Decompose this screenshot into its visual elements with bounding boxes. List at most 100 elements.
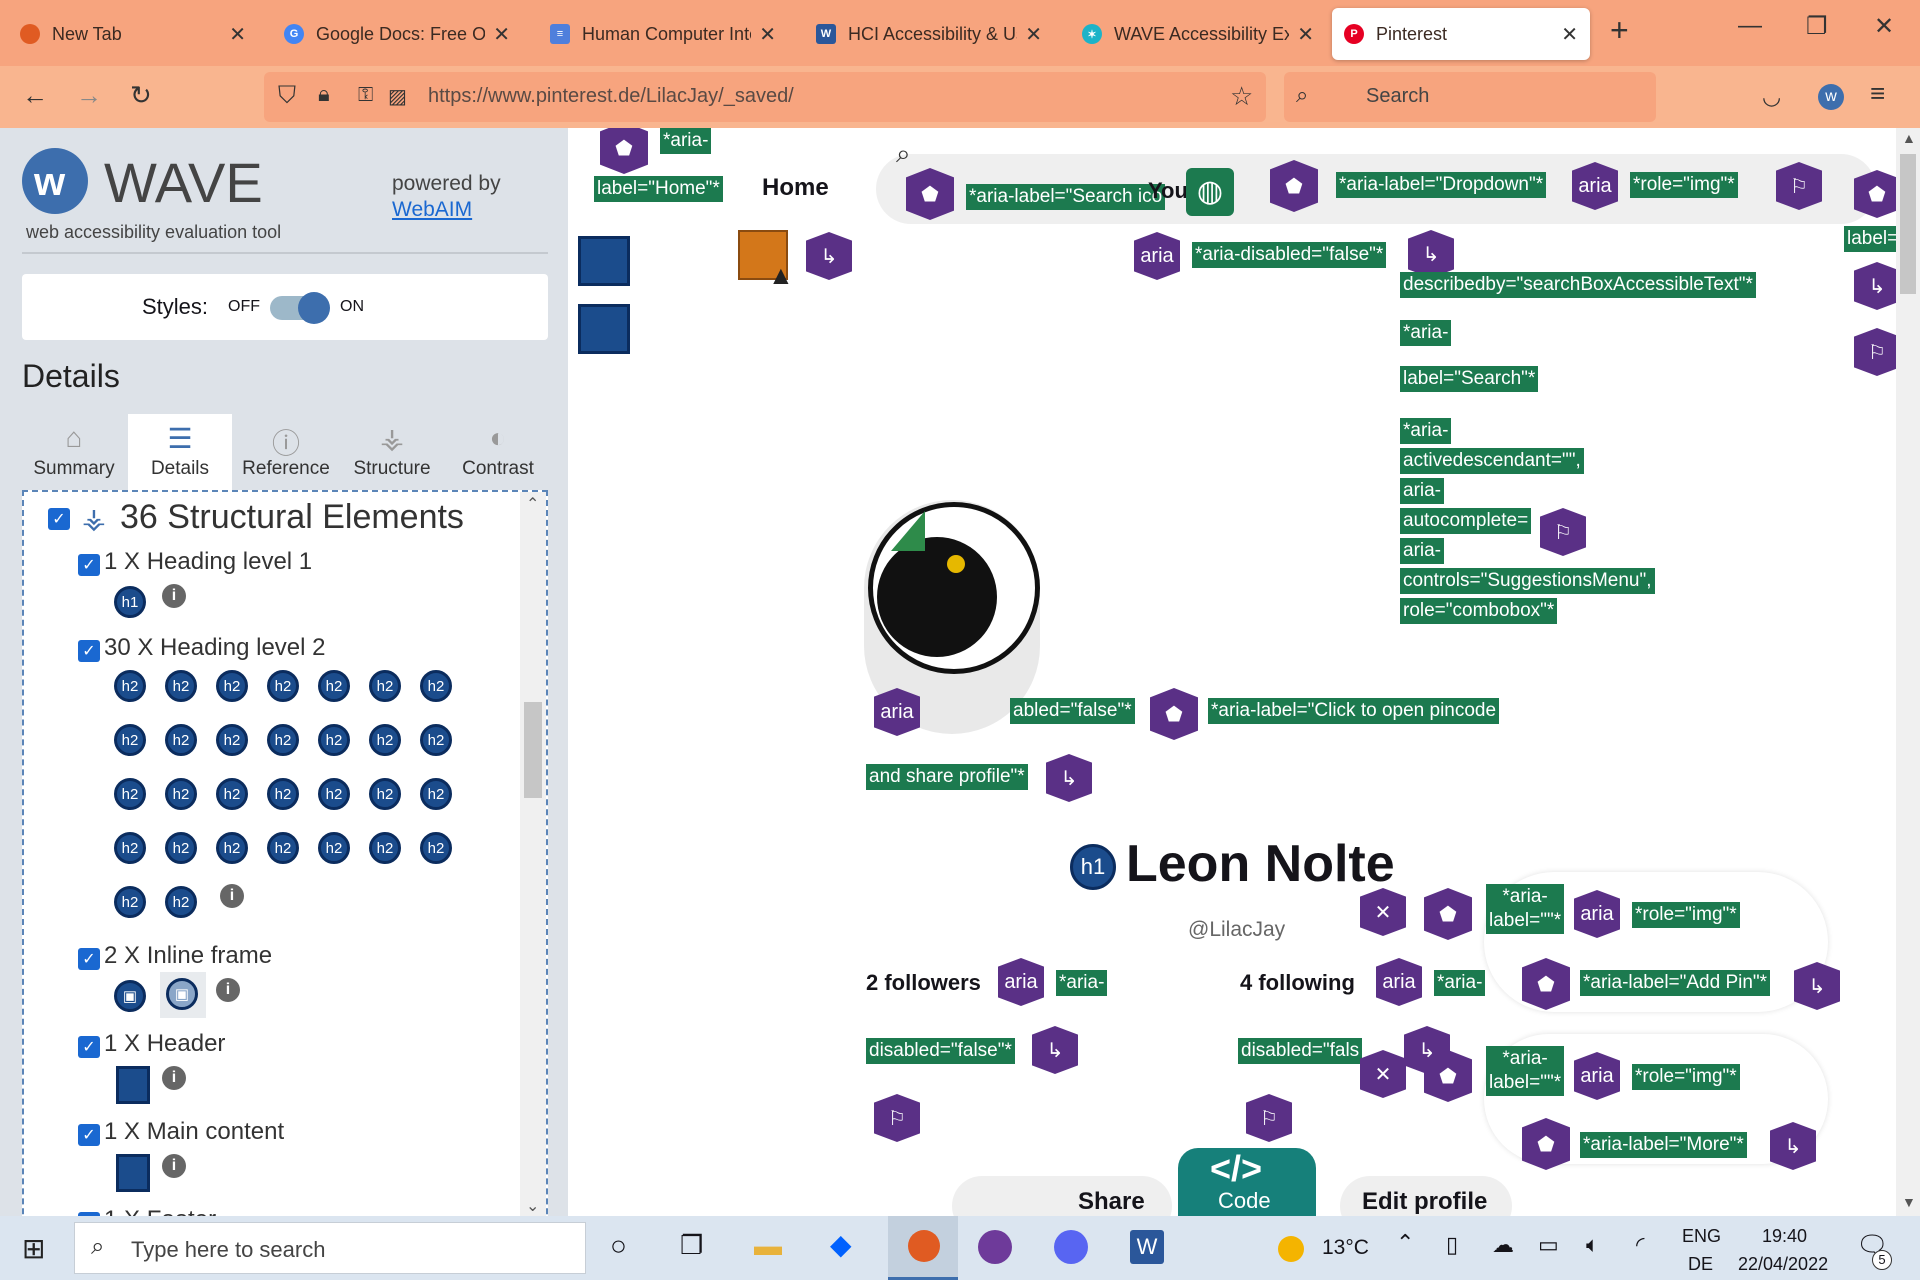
- h2-badge-icon[interactable]: h2: [114, 670, 146, 702]
- role-icon[interactable]: ⚐: [1540, 508, 1586, 556]
- browser-search-box[interactable]: ⌕ Search: [1284, 72, 1656, 122]
- permissions-icon[interactable]: ⚿: [358, 84, 373, 107]
- h2-badge-icon[interactable]: h2: [114, 886, 146, 918]
- aria-label-icon[interactable]: ⬟: [1424, 888, 1472, 940]
- firefox-taskbar-button[interactable]: [888, 1216, 958, 1280]
- header-region-icon[interactable]: [578, 236, 630, 286]
- pocket-icon[interactable]: ◡: [1762, 84, 1781, 110]
- tab-details[interactable]: ☰ Details: [128, 414, 232, 490]
- aria-icon[interactable]: aria: [1134, 232, 1180, 280]
- h2-badge-icon[interactable]: h2: [114, 724, 146, 756]
- h2-badge-icon[interactable]: h2: [165, 778, 197, 810]
- info-icon[interactable]: i: [220, 884, 244, 908]
- h2-badge-icon[interactable]: h2: [267, 670, 299, 702]
- h2-badge-icon[interactable]: h2: [267, 778, 299, 810]
- aria-icon[interactable]: aria: [874, 688, 920, 736]
- tracking-icon[interactable]: ▨: [388, 84, 407, 109]
- tab-google-docs[interactable]: G Google Docs: Free Onl ✕: [272, 8, 522, 60]
- aria-label-icon[interactable]: ⬟: [1854, 170, 1900, 218]
- h2-badge-icon[interactable]: h2: [318, 724, 350, 756]
- info-icon[interactable]: i: [162, 1066, 186, 1090]
- close-icon[interactable]: ✕: [493, 22, 510, 47]
- scrollbar-thumb[interactable]: [1900, 154, 1916, 294]
- wave-toolbar-icon[interactable]: w: [1818, 84, 1844, 110]
- item-header[interactable]: 1 X Header: [104, 1030, 225, 1058]
- checkbox-h2[interactable]: ✓: [78, 640, 100, 662]
- h2-badge-icon[interactable]: h2: [267, 724, 299, 756]
- details-panel[interactable]: ✓ ⚶ 36 Structural Elements ✓ 1 X Heading…: [22, 490, 548, 1280]
- tabindex-arrow-icon[interactable]: ↳: [806, 232, 852, 280]
- role-icon[interactable]: ⚐: [1776, 162, 1822, 210]
- h2-badge-icon[interactable]: h2: [420, 778, 452, 810]
- h2-badge-icon[interactable]: h2: [165, 670, 197, 702]
- h2-badge-icon[interactable]: h2: [165, 832, 197, 864]
- page-scrollbar[interactable]: ▲ ▼: [1896, 128, 1920, 1216]
- close-icon[interactable]: ✕: [1025, 22, 1042, 47]
- h2-badge-icon[interactable]: h2: [216, 670, 248, 702]
- scroll-down-icon[interactable]: ⌄: [526, 1196, 539, 1216]
- taskbar-search-box[interactable]: ⌕ Type here to search: [74, 1222, 586, 1274]
- restore-icon[interactable]: ❐: [1806, 12, 1828, 41]
- item-main-content[interactable]: 1 X Main content: [104, 1118, 284, 1146]
- aria-icon[interactable]: aria: [1574, 890, 1620, 938]
- url-bar[interactable]: ⛉ 🔒︎ ⚿ ▨ https://www.pinterest.de/LilacJ…: [264, 72, 1266, 122]
- error-x-icon[interactable]: ✕: [1360, 888, 1406, 936]
- h2-badge-icon[interactable]: h2: [114, 832, 146, 864]
- role-icon[interactable]: ⚐: [1246, 1094, 1292, 1142]
- minimize-icon[interactable]: —: [1738, 12, 1762, 40]
- github-icon[interactable]: [978, 1230, 1012, 1264]
- tab-contrast[interactable]: ◐ Contrast: [446, 414, 550, 490]
- item-heading-level-1[interactable]: 1 X Heading level 1: [104, 548, 312, 576]
- aria-label-icon[interactable]: ⬟: [600, 128, 648, 174]
- tab-structure[interactable]: ⚶ Structure: [340, 414, 444, 490]
- info-icon[interactable]: i: [162, 584, 186, 608]
- cortana-icon[interactable]: ○: [610, 1230, 627, 1262]
- checkbox-structural[interactable]: ✓: [48, 508, 70, 530]
- h2-badge-icon[interactable]: h2: [216, 832, 248, 864]
- tabindex-arrow-icon[interactable]: ↳: [1032, 1026, 1078, 1074]
- checkbox-header[interactable]: ✓: [78, 1036, 100, 1058]
- h2-badge-icon[interactable]: h2: [318, 832, 350, 864]
- weather-sun-icon[interactable]: [1278, 1236, 1304, 1262]
- aria-icon[interactable]: aria: [998, 958, 1044, 1006]
- main-region-icon[interactable]: [116, 1154, 150, 1192]
- bookmark-star-icon[interactable]: ☆: [1230, 81, 1253, 112]
- role-icon[interactable]: ⚐: [874, 1094, 920, 1142]
- aria-icon[interactable]: aria: [1376, 958, 1422, 1006]
- chevron-up-icon[interactable]: ⌃: [1396, 1230, 1414, 1256]
- tabindex-arrow-icon[interactable]: ↳: [1854, 262, 1900, 310]
- header-region-icon[interactable]: [116, 1066, 150, 1104]
- tab-hci-accessibility[interactable]: W HCI Accessibility & Us ✕: [804, 8, 1054, 60]
- aria-icon[interactable]: aria: [1572, 162, 1618, 210]
- tabindex-arrow-icon[interactable]: ↳: [1046, 754, 1092, 802]
- language-globe-icon[interactable]: ◍: [1186, 168, 1234, 216]
- temperature[interactable]: 13°C: [1322, 1236, 1369, 1260]
- aria-label-icon[interactable]: ⬟: [1270, 160, 1318, 212]
- lock-icon[interactable]: 🔒︎: [318, 81, 330, 107]
- tab-reference[interactable]: ⓘ Reference: [234, 414, 338, 490]
- avatar[interactable]: [868, 502, 1040, 674]
- volume-icon[interactable]: 🔈︎: [1586, 1232, 1599, 1258]
- scroll-up-icon[interactable]: ▲: [1902, 130, 1916, 146]
- iframe-icon[interactable]: ▣: [114, 980, 146, 1012]
- info-icon[interactable]: i: [216, 978, 240, 1002]
- h2-badge-icon[interactable]: h2: [165, 886, 197, 918]
- webaim-link[interactable]: WebAIM: [392, 198, 472, 222]
- tab-summary[interactable]: ⌂ Summary: [22, 414, 126, 490]
- h1-badge-icon[interactable]: h1: [114, 586, 146, 618]
- h2-badge-icon[interactable]: h2: [420, 832, 452, 864]
- h2-badge-icon[interactable]: h2: [420, 724, 452, 756]
- discord-icon[interactable]: [1054, 1230, 1088, 1264]
- close-icon[interactable]: ✕: [229, 22, 246, 47]
- error-x-icon[interactable]: ✕: [1360, 1050, 1406, 1098]
- menu-icon[interactable]: ≡: [1870, 78, 1885, 109]
- aria-label-icon[interactable]: ⬟: [1522, 1118, 1570, 1170]
- close-icon[interactable]: ✕: [759, 22, 776, 47]
- followers-link[interactable]: 2 followers: [866, 970, 981, 996]
- word-icon[interactable]: W: [1130, 1230, 1164, 1264]
- wifi-icon[interactable]: ◜: [1636, 1232, 1645, 1258]
- tab-new-tab[interactable]: New Tab ✕: [8, 8, 258, 60]
- role-icon[interactable]: ⚐: [1854, 328, 1900, 376]
- tabindex-arrow-icon[interactable]: ↳: [1770, 1122, 1816, 1170]
- meet-now-icon[interactable]: ▯: [1446, 1232, 1458, 1258]
